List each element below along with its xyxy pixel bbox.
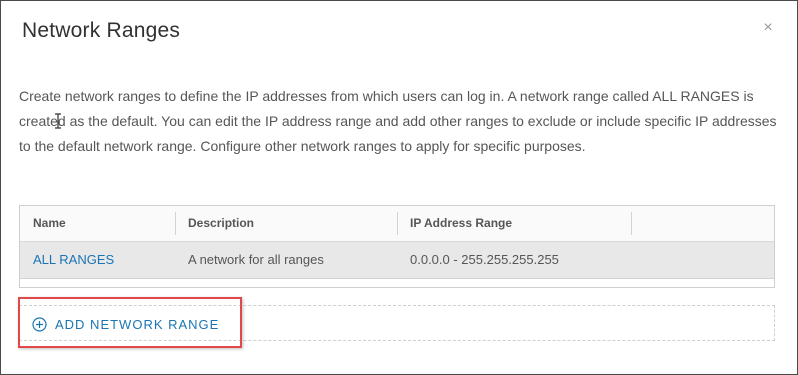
range-name-link[interactable]: ALL RANGES: [20, 242, 175, 278]
dialog-description: Create network ranges to define the IP a…: [19, 84, 779, 159]
column-separator[interactable]: [631, 212, 632, 235]
column-header-description[interactable]: Description: [175, 206, 397, 241]
network-ranges-table: Name Description IP Address Range ALL RA…: [19, 205, 775, 288]
column-header-name[interactable]: Name: [20, 206, 175, 241]
column-header-ip-range[interactable]: IP Address Range: [397, 206, 631, 241]
close-icon[interactable]: ×: [761, 20, 775, 36]
range-description: A network for all ranges: [188, 252, 324, 267]
dialog-title: Network Ranges: [22, 19, 181, 42]
annotation-highlight-box: [18, 297, 242, 348]
table-row[interactable]: ALL RANGES A network for all ranges 0.0.…: [20, 242, 774, 279]
description-text-part2: d as the default. You can edit the IP ad…: [19, 113, 777, 154]
network-ranges-dialog: Network Ranges × Create network ranges t…: [0, 0, 798, 375]
table-header: Name Description IP Address Range: [20, 206, 774, 242]
range-ip-address: 0.0.0.0 - 255.255.255.255: [410, 252, 559, 267]
